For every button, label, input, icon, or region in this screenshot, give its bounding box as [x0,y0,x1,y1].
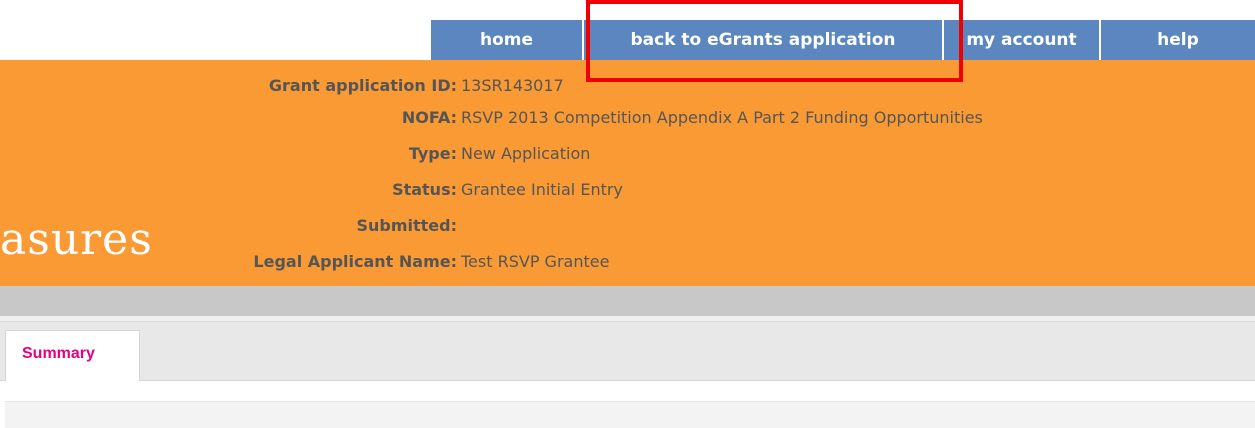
type-label: Type: [408,144,457,163]
nofa-row: NOFA: RSVP 2013 Competition Appendix A P… [0,105,1255,131]
content-bar [5,401,1255,428]
grant-id-label: Grant application ID: [268,76,457,95]
status-value: Grantee Initial Entry [461,180,623,199]
nav-help-link[interactable]: help [1101,20,1255,60]
nav-back-to-egrants-link[interactable]: back to eGrants application [584,20,944,60]
grant-id-value: 13SR143017 [461,76,564,95]
nav-home-link[interactable]: home [431,20,584,60]
status-row: Status: Grantee Initial Entry [0,177,1255,203]
tab-summary[interactable]: Summary [5,330,140,381]
submitted-label: Submitted: [356,216,457,235]
application-header: asures Grant application ID: 13SR143017 … [0,60,1255,286]
grant-id-row: Grant application ID: 13SR143017 [0,73,1255,99]
nofa-value: RSVP 2013 Competition Appendix A Part 2 … [461,108,983,127]
tab-bar: Summary [0,321,1255,381]
type-value: New Application [461,144,591,163]
nav-my-account-link[interactable]: my account [944,20,1101,60]
status-label: Status: [392,180,457,199]
divider-bar [0,286,1255,316]
submitted-row: Submitted: [0,213,1255,239]
top-navigation: home back to eGrants application my acco… [431,20,1255,60]
legal-applicant-value: Test RSVP Grantee [461,252,610,271]
legal-applicant-label: Legal Applicant Name: [253,252,457,271]
nofa-label: NOFA: [401,108,457,127]
legal-applicant-row: Legal Applicant Name: Test RSVP Grantee [0,249,1255,275]
type-row: Type: New Application [0,141,1255,167]
